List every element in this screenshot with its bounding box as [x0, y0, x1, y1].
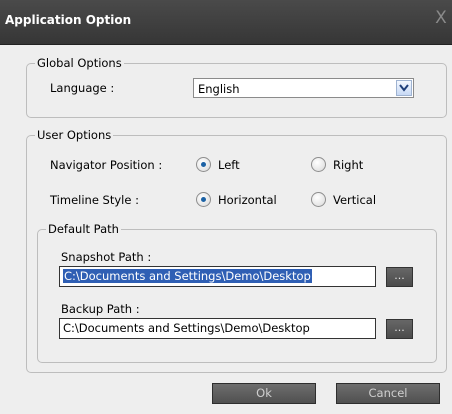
radio-checked-icon — [196, 192, 211, 207]
snapshot-path-value: C:\Documents and Settings\Demo\Desktop — [63, 269, 312, 283]
snapshot-path-label: Snapshot Path : — [61, 250, 152, 264]
snapshot-path-input[interactable]: C:\Documents and Settings\Demo\Desktop — [59, 266, 376, 287]
radio-checked-icon — [196, 157, 211, 172]
backup-path-input[interactable]: C:\Documents and Settings\Demo\Desktop — [59, 318, 376, 339]
chevron-down-icon[interactable] — [396, 80, 412, 96]
backup-path-label: Backup Path : — [61, 302, 140, 316]
radio-unchecked-icon — [311, 157, 326, 172]
timeline-vertical-radio[interactable]: Vertical — [311, 192, 376, 207]
navigator-left-label: Left — [218, 157, 240, 172]
backup-browse-button[interactable]: ... — [386, 319, 413, 339]
navigator-right-label: Right — [333, 157, 364, 172]
radio-unchecked-icon — [311, 192, 326, 207]
title-bar[interactable]: Application Option X — [0, 0, 452, 45]
default-path-legend: Default Path — [48, 222, 119, 236]
timeline-style-label: Timeline Style : — [50, 193, 139, 207]
navigator-position-label: Navigator Position : — [50, 158, 163, 172]
language-label: Language : — [50, 81, 115, 95]
application-option-dialog: Application Option X Global Options Lang… — [0, 0, 452, 414]
language-value: English — [198, 82, 240, 96]
timeline-vertical-label: Vertical — [333, 192, 377, 207]
window-title: Application Option — [5, 13, 132, 27]
global-options-legend: Global Options — [37, 56, 122, 70]
language-select[interactable]: English — [193, 78, 414, 98]
timeline-horizontal-radio[interactable]: Horizontal — [196, 192, 277, 207]
timeline-horizontal-label: Horizontal — [218, 192, 277, 207]
user-options-legend: User Options — [37, 128, 112, 142]
cancel-button[interactable]: Cancel — [336, 383, 440, 404]
close-icon[interactable]: X — [432, 8, 450, 28]
ok-button[interactable]: Ok — [212, 383, 316, 404]
navigator-right-radio[interactable]: Right — [311, 157, 363, 172]
navigator-left-radio[interactable]: Left — [196, 157, 240, 172]
default-path-group: Default Path — [37, 222, 437, 363]
backup-path-value: C:\Documents and Settings\Demo\Desktop — [63, 321, 310, 335]
snapshot-browse-button[interactable]: ... — [386, 267, 413, 287]
